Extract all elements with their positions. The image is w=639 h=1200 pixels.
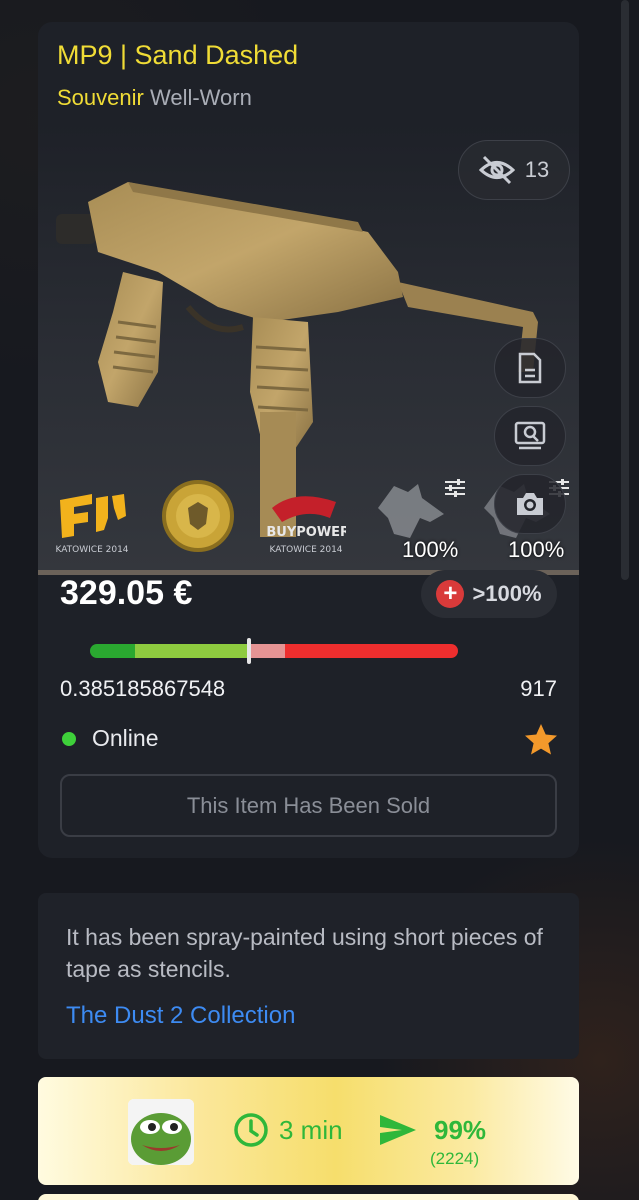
item-card: MP9 | Sand Dashed Souvenir Well-Worn KAT… [38,22,579,858]
screen-search-icon [514,421,546,450]
details-button[interactable] [494,338,566,398]
screenshot-button[interactable] [494,474,566,534]
status-label: Online [92,725,159,751]
svg-text:KATOWICE 2014: KATOWICE 2014 [55,545,128,555]
price-percent-badge[interactable]: + >100% [421,570,557,618]
item-quality: Souvenir [57,85,144,110]
ibuypower-logo-icon: iBUYPOWER KATOWICE 2014 [262,496,350,555]
inspect-button[interactable] [494,406,566,466]
esl-one-logo-icon [162,480,234,552]
float-value: 0.385185867548 [60,676,226,701]
plus-icon: + [436,580,465,608]
sticker-charm-2-wear: 100% [508,537,565,562]
float-bar [90,644,458,658]
trade-offer-card[interactable]: 3 min 99% (2224) [38,1077,579,1185]
item-wear: Well-Worn [149,85,252,110]
seller-status: Online [60,725,158,752]
item-name: MP9 | Sand Dashed [57,40,299,70]
tune-icon [445,479,465,497]
eye-off-icon [478,155,515,185]
status-dot [60,729,78,748]
collection-link[interactable]: The Dust 2 Collection [66,1002,295,1030]
sold-button[interactable]: This Item Has Been Sold [60,774,557,837]
float-bar-ft [247,644,285,658]
item-price: 329.05 € [60,574,193,612]
float-bar-mw [135,644,247,658]
favorite-star-icon[interactable] [523,722,559,758]
trade-count: (2224) [430,1149,480,1168]
pattern-seed: 917 [520,676,557,701]
success-rate: 99% (2224) [378,1113,486,1168]
hidden-count: 13 [524,157,550,182]
success-rate-value: 99% [434,1115,487,1145]
item-subtitle: Souvenir Well-Worn [57,85,252,111]
description-card: It has been spray-painted using short pi… [38,893,579,1059]
price-percent: >100% [472,581,542,606]
description-text: It has been spray-painted using short pi… [66,924,543,982]
sticker-esl-one[interactable] [158,476,238,561]
delivery-time: 3 min [233,1112,343,1148]
hide-views-button[interactable]: 13 [458,140,570,200]
float-bar-fn [90,644,135,658]
scrollbar[interactable] [621,0,629,580]
sticker-ibuypower[interactable]: iBUYPOWER KATOWICE 2014 [262,478,350,563]
trader-avatar [128,1099,194,1165]
send-icon [380,1115,416,1145]
svg-text:iBUYPOWER: iBUYPOWER [266,525,346,540]
camera-icon [517,493,543,515]
delivery-time-value: 3 min [279,1114,343,1145]
sticker-charm-1-wear: 100% [402,537,459,562]
float-bar-ww-bs [285,644,458,658]
float-marker [247,638,251,664]
clock-icon [234,1113,268,1147]
pepe-avatar-icon [128,1099,194,1165]
fnatic-logo-icon: KATOWICE 2014 [55,494,129,555]
svg-text:KATOWICE 2014: KATOWICE 2014 [269,545,342,555]
document-icon [518,352,542,384]
next-trade-card[interactable] [38,1194,579,1200]
sticker-fnatic[interactable]: KATOWICE 2014 [52,478,132,563]
